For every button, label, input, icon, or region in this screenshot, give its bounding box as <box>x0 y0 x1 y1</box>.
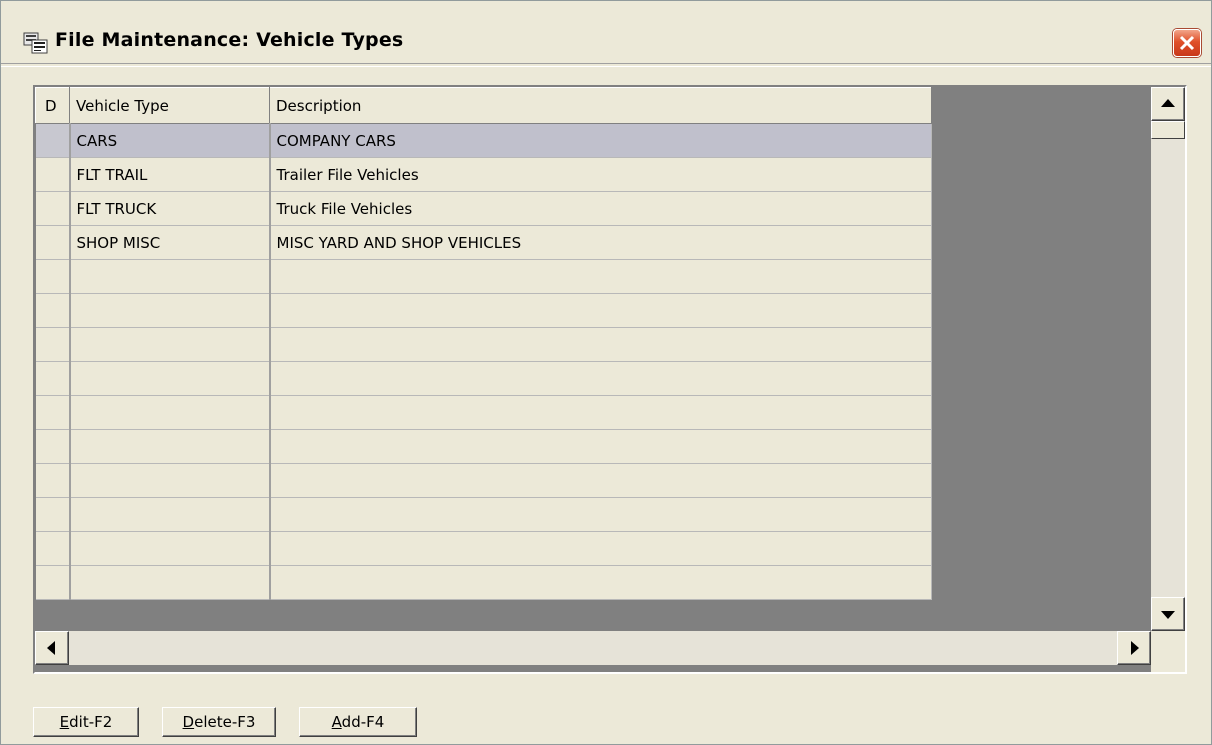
close-icon <box>1179 35 1195 51</box>
window-title: File Maintenance: Vehicle Types <box>55 29 404 51</box>
table-row[interactable] <box>35 463 932 498</box>
row-indicator-cell[interactable] <box>35 395 71 430</box>
vehicle-type-cell[interactable] <box>69 429 271 464</box>
table-row[interactable] <box>35 429 932 464</box>
row-indicator-cell[interactable] <box>35 259 71 294</box>
description-cell[interactable]: Trailer File Vehicles <box>269 157 932 192</box>
row-indicator-cell[interactable] <box>35 565 71 600</box>
table-row[interactable]: CARS COMPANY CARS <box>35 123 932 158</box>
vehicle-type-cell[interactable]: FLT TRAIL <box>69 157 271 192</box>
vehicle-type-cell[interactable]: SHOP MISC <box>69 225 271 260</box>
description-cell[interactable] <box>269 327 932 362</box>
vehicle-type-cell[interactable] <box>69 395 271 430</box>
description-cell[interactable] <box>269 395 932 430</box>
description-cell[interactable]: MISC YARD AND SHOP VEHICLES <box>269 225 932 260</box>
description-cell[interactable] <box>269 565 932 600</box>
description-cell[interactable] <box>269 361 932 396</box>
add-label: dd-F4 <box>341 713 385 731</box>
description-cell[interactable]: COMPANY CARS <box>269 123 932 158</box>
table-row[interactable]: FLT TRUCK Truck File Vehicles <box>35 191 932 226</box>
scrollbar-corner <box>1151 631 1185 672</box>
description-cell[interactable] <box>269 429 932 464</box>
row-indicator-cell[interactable] <box>35 497 71 532</box>
row-indicator-cell[interactable] <box>35 157 71 192</box>
horizontal-scrollbar[interactable] <box>35 631 1151 665</box>
row-indicator-cell[interactable] <box>35 361 71 396</box>
arrow-left-icon <box>47 641 55 655</box>
edit-button[interactable]: Edit-F2 <box>33 707 139 737</box>
table-row[interactable] <box>35 293 932 328</box>
app-icon <box>23 32 48 54</box>
vehicle-types-grid: D Vehicle Type Description CARS COMPANY C… <box>33 85 1187 674</box>
scroll-down-button[interactable] <box>1151 597 1185 631</box>
close-button[interactable] <box>1173 29 1201 57</box>
description-cell[interactable] <box>269 531 932 566</box>
grid-body: CARS COMPANY CARS FLT TRAIL Trailer File Ve… <box>35 123 932 600</box>
column-header-description[interactable]: Description <box>269 87 932 124</box>
vehicle-type-cell[interactable] <box>69 463 271 498</box>
title-bar: File Maintenance: Vehicle Types <box>1 1 1211 63</box>
title-separator <box>1 63 1211 67</box>
table-row[interactable] <box>35 565 932 600</box>
table-row[interactable] <box>35 497 932 532</box>
vehicle-type-cell[interactable]: CARS <box>69 123 271 158</box>
arrow-up-icon <box>1161 99 1175 107</box>
row-indicator-cell[interactable] <box>35 327 71 362</box>
vehicle-type-cell[interactable] <box>69 531 271 566</box>
delete-accelerator: D <box>182 713 195 731</box>
table-row[interactable]: SHOP MISC MISC YARD AND SHOP VEHICLES <box>35 225 932 260</box>
row-indicator-cell[interactable] <box>35 123 71 158</box>
grid-viewport: D Vehicle Type Description CARS COMPANY C… <box>35 87 1151 631</box>
edit-accelerator: E <box>59 713 70 731</box>
vertical-scroll-thumb[interactable] <box>1151 121 1185 139</box>
arrow-right-icon <box>1131 641 1139 655</box>
description-cell[interactable] <box>269 293 932 328</box>
delete-button[interactable]: Delete-F3 <box>162 707 276 737</box>
table-row[interactable] <box>35 361 932 396</box>
row-indicator-cell[interactable] <box>35 191 71 226</box>
table-row[interactable]: FLT TRAIL Trailer File Vehicles <box>35 157 932 192</box>
vehicle-type-cell[interactable] <box>69 259 271 294</box>
description-cell[interactable]: Truck File Vehicles <box>269 191 932 226</box>
vehicle-types-window: File Maintenance: Vehicle Types D Vehicl… <box>0 0 1212 745</box>
row-indicator-cell[interactable] <box>35 293 71 328</box>
table-row[interactable] <box>35 259 932 294</box>
add-button[interactable]: Add-F4 <box>299 707 417 737</box>
scroll-right-button[interactable] <box>1117 631 1151 665</box>
arrow-down-icon <box>1161 611 1175 619</box>
delete-label: elete-F3 <box>194 713 256 731</box>
column-header-vehicle-type[interactable]: Vehicle Type <box>69 87 270 124</box>
description-cell[interactable] <box>269 497 932 532</box>
scroll-up-button[interactable] <box>1151 87 1185 121</box>
row-indicator-cell[interactable] <box>35 225 71 260</box>
description-cell[interactable] <box>269 463 932 498</box>
row-indicator-cell[interactable] <box>35 429 71 464</box>
column-header-d[interactable]: D <box>35 87 70 124</box>
vehicle-type-cell[interactable] <box>69 565 271 600</box>
row-indicator-cell[interactable] <box>35 531 71 566</box>
grid-header-row: D Vehicle Type Description <box>35 87 932 124</box>
scroll-left-button[interactable] <box>35 631 69 665</box>
row-indicator-cell[interactable] <box>35 463 71 498</box>
edit-label: dit-F2 <box>69 713 113 731</box>
vertical-scrollbar[interactable] <box>1151 87 1185 631</box>
grid-table: D Vehicle Type Description CARS COMPANY C… <box>35 87 932 600</box>
vehicle-type-cell[interactable] <box>69 497 271 532</box>
table-row[interactable] <box>35 327 932 362</box>
add-accelerator: A <box>331 713 342 731</box>
vehicle-type-cell[interactable] <box>69 361 271 396</box>
description-cell[interactable] <box>269 259 932 294</box>
vehicle-type-cell[interactable] <box>69 327 271 362</box>
vehicle-type-cell[interactable]: FLT TRUCK <box>69 191 271 226</box>
vehicle-type-cell[interactable] <box>69 293 271 328</box>
table-row[interactable] <box>35 395 932 430</box>
table-row[interactable] <box>35 531 932 566</box>
